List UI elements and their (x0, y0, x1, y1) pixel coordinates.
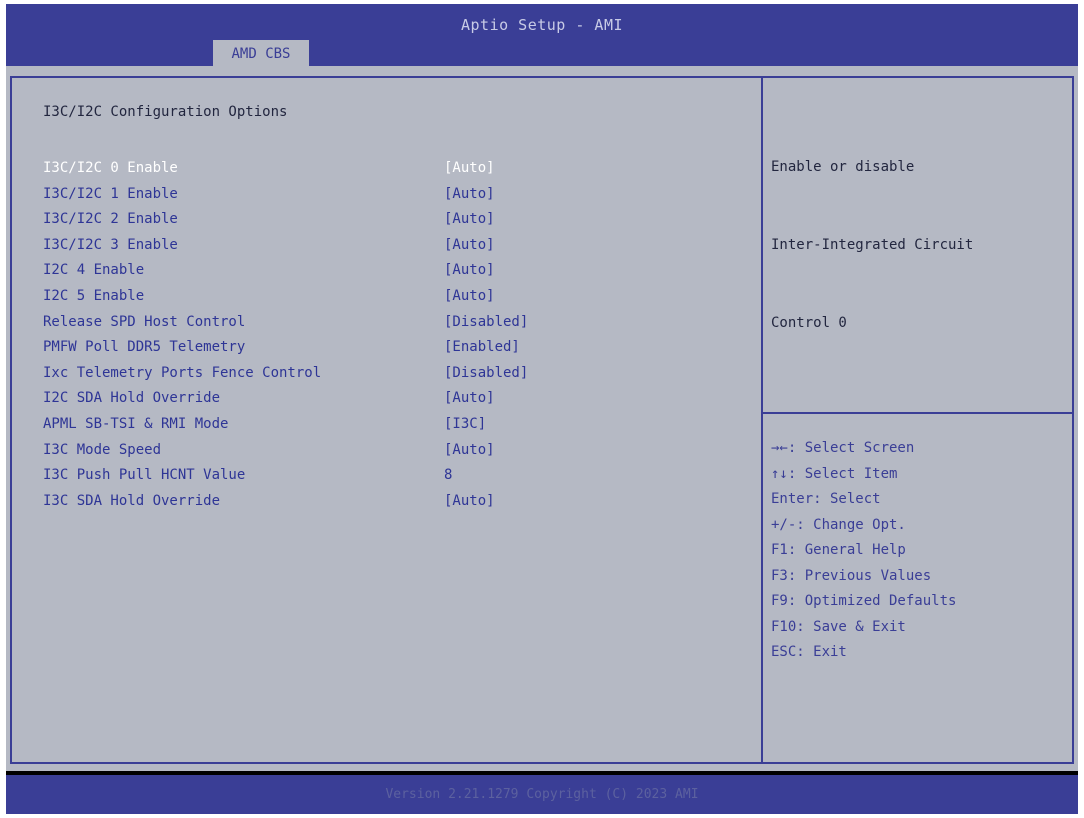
key-select-screen: →←: Select Screen (771, 440, 915, 456)
option-label: I2C 4 Enable (43, 262, 145, 279)
bios-screen: Aptio Setup - AMI AMD CBS I3C/I2C Config… (6, 4, 1078, 814)
option-row[interactable]: I3C/I2C 0 Enable [Auto] (43, 160, 743, 185)
option-label: I3C Mode Speed (43, 441, 162, 458)
option-label: I3C/I2C 2 Enable (43, 211, 178, 228)
option-value[interactable]: [Auto] (444, 442, 495, 458)
help-divider (763, 412, 1072, 414)
window-title: Aptio Setup - AMI (460, 16, 624, 34)
option-row[interactable]: Release SPD Host Control [Disabled] (43, 314, 743, 339)
option-value[interactable]: [Disabled] (444, 314, 528, 330)
tab-amd-cbs[interactable]: AMD CBS (213, 40, 309, 66)
option-value[interactable]: [Auto] (444, 237, 495, 253)
option-label: Ixc Telemetry Ports Fence Control (43, 364, 322, 381)
settings-panel: I3C/I2C Configuration Options I3C/I2C 0 … (10, 76, 763, 764)
option-value[interactable]: [Auto] (444, 288, 495, 304)
key-enter: Enter: Select (771, 491, 881, 507)
option-row[interactable]: I3C/I2C 1 Enable [Auto] (43, 186, 743, 211)
help-panel: Enable or disable Inter-Integrated Circu… (763, 76, 1074, 764)
option-label: I3C/I2C 1 Enable (43, 185, 178, 202)
key-general-help: F1: General Help (771, 542, 906, 558)
option-row[interactable]: I2C 5 Enable [Auto] (43, 288, 743, 313)
option-label: Release SPD Host Control (43, 313, 246, 330)
option-value[interactable]: [I3C] (444, 416, 486, 432)
option-value[interactable]: [Auto] (444, 160, 495, 176)
option-row[interactable]: I3C Push Pull HCNT Value 8 (43, 467, 743, 492)
key-change-opt: +/-: Change Opt. (771, 516, 906, 533)
option-label: APML SB-TSI & RMI Mode (43, 416, 229, 432)
section-title: I3C/I2C Configuration Options (43, 104, 288, 120)
main-area: I3C/I2C Configuration Options I3C/I2C 0 … (6, 66, 1078, 771)
option-label: I2C 5 Enable (43, 288, 145, 304)
option-value[interactable]: 8 (444, 467, 452, 483)
option-row[interactable]: I3C/I2C 2 Enable [Auto] (43, 211, 743, 236)
option-row[interactable]: I3C SDA Hold Override [Auto] (43, 493, 743, 518)
option-label: I2C SDA Hold Override (43, 390, 221, 407)
option-row[interactable]: I3C Mode Speed [Auto] (43, 442, 743, 467)
title-bar: Aptio Setup - AMI AMD CBS (6, 4, 1078, 66)
key-previous-values: F3: Previous Values (771, 567, 932, 584)
option-row[interactable]: APML SB-TSI & RMI Mode [I3C] (43, 416, 743, 441)
key-optimized-defaults: F9: Optimized Defaults (771, 593, 957, 609)
option-row[interactable]: I2C 4 Enable [Auto] (43, 262, 743, 287)
help-line: Inter-Integrated Circuit (771, 237, 974, 253)
option-value[interactable]: [Disabled] (444, 365, 528, 381)
option-value[interactable]: [Auto] (444, 211, 495, 227)
footer-bar: Version 2.21.1279 Copyright (C) 2023 AMI (6, 775, 1078, 814)
option-label: I3C SDA Hold Override (43, 492, 221, 509)
option-value[interactable]: [Auto] (444, 186, 495, 202)
option-row[interactable]: Ixc Telemetry Ports Fence Control [Disabl… (43, 365, 743, 390)
help-description: Enable or disable Inter-Integrated Circu… (771, 102, 1061, 388)
option-value[interactable]: [Auto] (444, 390, 495, 406)
option-value[interactable]: [Auto] (444, 262, 495, 278)
version-text: Version 2.21.1279 Copyright (C) 2023 AMI (385, 787, 699, 802)
key-save-exit: F10: Save & Exit (771, 618, 906, 635)
option-value[interactable]: [Enabled] (444, 339, 520, 355)
help-line: Enable or disable (771, 159, 915, 175)
key-select-item: ↑↓: Select Item (771, 465, 898, 482)
option-label: I3C/I2C 0 Enable (43, 160, 178, 176)
option-row[interactable]: I3C/I2C 3 Enable [Auto] (43, 237, 743, 262)
key-esc-exit: ESC: Exit (771, 644, 847, 660)
option-label: I3C Push Pull HCNT Value (43, 467, 246, 484)
option-label: I3C/I2C 3 Enable (43, 236, 178, 253)
option-row[interactable]: PMFW Poll DDR5 Telemetry [Enabled] (43, 339, 743, 364)
help-line: Control 0 (771, 315, 847, 331)
key-legend: →←: Select Screen ↑↓: Select Item Enter:… (771, 436, 1061, 666)
option-value[interactable]: [Auto] (444, 493, 495, 509)
option-label: PMFW Poll DDR5 Telemetry (43, 339, 246, 356)
option-row[interactable]: I2C SDA Hold Override [Auto] (43, 390, 743, 415)
